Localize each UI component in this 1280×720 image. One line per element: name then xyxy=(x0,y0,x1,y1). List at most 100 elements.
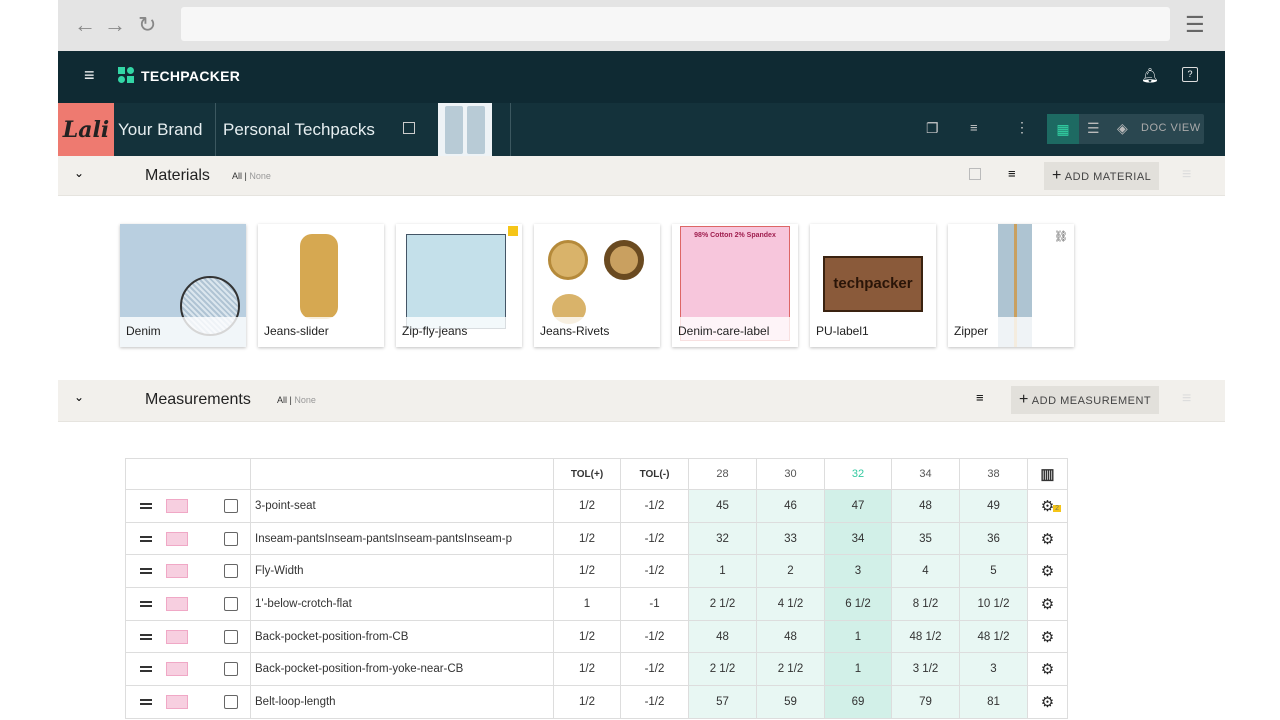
material-card[interactable]: 98% Cotton 2% Spandex Denim-care-label xyxy=(672,224,798,347)
size-value[interactable]: 81 xyxy=(959,685,1028,719)
size-value[interactable]: 8 1/2 xyxy=(891,587,960,621)
collapse-chevron-icon[interactable]: ⌄ xyxy=(74,390,84,404)
comment-count-badge[interactable]: 2 xyxy=(1053,505,1061,512)
measurement-sketch-thumbnail[interactable] xyxy=(166,694,188,709)
row-checkbox[interactable] xyxy=(224,531,238,546)
brand-logo[interactable]: Lali xyxy=(58,103,114,156)
size-value[interactable]: 4 1/2 xyxy=(756,587,825,621)
size-value[interactable]: 59 xyxy=(756,685,825,719)
size-value[interactable]: 34 xyxy=(824,521,892,556)
link-icon[interactable]: ⛓ xyxy=(1054,230,1068,243)
drag-handle-icon[interactable] xyxy=(140,568,152,575)
browser-menu-icon[interactable]: ☰ xyxy=(1185,12,1205,38)
tol-minus[interactable]: -1/2 xyxy=(620,619,689,654)
table-row[interactable]: 1'-below-crotch-flat 1 -1 2 1/2 4 1/2 6 1/2 8 … xyxy=(125,587,1068,621)
sort-icon[interactable]: ≡ xyxy=(976,390,984,405)
open-external-icon[interactable] xyxy=(403,122,415,134)
tol-minus[interactable]: -1/2 xyxy=(620,652,689,687)
add-material-button[interactable]: + ADD MATERIAL xyxy=(1044,162,1160,190)
add-measurement-button[interactable]: + ADD MEASUREMENT xyxy=(1011,386,1160,414)
row-settings[interactable]: ⚙ xyxy=(1027,587,1068,621)
select-none-link[interactable]: None xyxy=(294,395,316,405)
header-size[interactable]: 38 xyxy=(959,458,1028,490)
header-size-selected[interactable]: 32 xyxy=(824,458,892,490)
header-size[interactable]: 30 xyxy=(756,458,825,490)
row-settings[interactable]: ⚙ 2 xyxy=(1027,489,1068,523)
row-settings[interactable]: ⚙ xyxy=(1027,619,1068,654)
size-value[interactable]: 48 xyxy=(756,619,825,654)
size-value[interactable]: 79 xyxy=(891,685,960,719)
row-checkbox[interactable] xyxy=(224,662,238,677)
tol-plus[interactable]: 1 xyxy=(553,587,621,621)
address-bar[interactable] xyxy=(181,7,1170,41)
project-name[interactable]: Personal Techpacks xyxy=(223,120,375,140)
drag-handle-icon[interactable] xyxy=(140,600,152,607)
measurement-name[interactable]: Back-pocket-position-from-yoke-near-CB xyxy=(250,652,554,687)
drag-handle-icon[interactable] xyxy=(140,666,152,673)
select-all-link[interactable]: All xyxy=(277,395,287,405)
size-value[interactable]: 47 xyxy=(824,489,892,523)
settings-gear-icon[interactable]: ⚙ xyxy=(1041,596,1054,613)
brand-name[interactable]: Your Brand xyxy=(118,120,202,140)
row-checkbox[interactable] xyxy=(224,596,238,611)
collapse-chevron-icon[interactable]: ⌄ xyxy=(74,166,84,180)
size-value[interactable]: 2 xyxy=(756,554,825,589)
table-row[interactable]: Fly-Width 1/2 -1/2 1 2 3 4 5 ⚙ xyxy=(125,554,1068,589)
reload-icon[interactable]: ↻ xyxy=(138,12,156,38)
settings-gear-icon[interactable]: ⚙ xyxy=(1041,531,1054,548)
size-value[interactable]: 48 1/2 xyxy=(891,619,960,654)
list-view-icon[interactable]: ☰ xyxy=(1087,120,1100,137)
measurement-sketch-thumbnail[interactable] xyxy=(166,662,188,677)
material-card[interactable]: techpacker PU-label1 xyxy=(810,224,936,347)
size-value[interactable]: 1 xyxy=(688,554,757,589)
forward-icon[interactable]: → xyxy=(104,12,126,38)
columns-icon[interactable]: ▥ xyxy=(1027,458,1068,490)
settings-gear-icon[interactable]: ⚙ xyxy=(1041,661,1054,678)
settings-gear-icon[interactable]: ⚙ xyxy=(1041,629,1054,646)
sort-icon[interactable]: ≡ xyxy=(1008,166,1016,181)
product-thumbnail[interactable] xyxy=(438,103,492,156)
material-card[interactable]: Jeans-slider xyxy=(258,224,384,347)
row-checkbox[interactable] xyxy=(224,629,238,644)
tol-minus[interactable]: -1/2 xyxy=(620,489,689,523)
material-card[interactable]: Jeans-Rivets xyxy=(534,224,660,347)
measurement-name[interactable]: 3-point-seat xyxy=(250,489,554,523)
size-value[interactable]: 6 1/2 xyxy=(824,587,892,621)
measurement-sketch-thumbnail[interactable] xyxy=(166,564,188,579)
settings-gear-icon[interactable]: ⚙ xyxy=(1041,563,1054,580)
settings-gear-icon[interactable]: ⚙ xyxy=(1041,694,1054,711)
size-value[interactable]: 69 xyxy=(824,685,892,719)
material-card[interactable]: Denim xyxy=(120,224,246,347)
copy-icon[interactable]: ❐ xyxy=(926,120,939,137)
filter-icon[interactable]: ≡ xyxy=(970,120,978,135)
drag-handle-icon[interactable] xyxy=(140,535,152,542)
size-value[interactable]: 48 xyxy=(688,619,757,654)
row-checkbox[interactable] xyxy=(224,694,238,709)
row-checkbox[interactable] xyxy=(224,498,238,513)
table-row[interactable]: 3-point-seat 1/2 -1/2 45 46 47 48 49 ⚙ 2 xyxy=(125,489,1068,523)
more-options-icon[interactable]: ⋮ xyxy=(1015,119,1029,136)
doc-view-button[interactable]: DOC VIEW xyxy=(1141,122,1201,134)
size-value[interactable]: 46 xyxy=(756,489,825,523)
size-value[interactable]: 2 1/2 xyxy=(688,652,757,687)
help-chat-icon[interactable]: ? xyxy=(1182,67,1198,82)
tol-plus[interactable]: 1/2 xyxy=(553,652,621,687)
measurement-sketch-thumbnail[interactable] xyxy=(166,629,188,644)
size-value[interactable]: 5 xyxy=(959,554,1028,589)
header-size[interactable]: 28 xyxy=(688,458,757,490)
measurement-name[interactable]: 1'-below-crotch-flat xyxy=(250,587,554,621)
table-row[interactable]: Inseam-pantsInseam-pantsInseam-pantsInse… xyxy=(125,521,1068,556)
drag-handle-icon[interactable] xyxy=(140,698,152,705)
material-card[interactable]: ⛓ Zipper xyxy=(948,224,1074,347)
hamburger-menu-icon[interactable]: ≡ xyxy=(84,65,95,86)
size-value[interactable]: 36 xyxy=(959,521,1028,556)
material-card[interactable]: Zip-fly-jeans xyxy=(396,224,522,347)
tol-plus[interactable]: 1/2 xyxy=(553,619,621,654)
size-value[interactable]: 2 1/2 xyxy=(756,652,825,687)
size-value[interactable]: 48 1/2 xyxy=(959,619,1028,654)
tol-minus[interactable]: -1/2 xyxy=(620,521,689,556)
measurement-name[interactable]: Back-pocket-position-from-CB xyxy=(250,619,554,654)
drag-handle-icon[interactable] xyxy=(140,502,152,509)
tol-minus[interactable]: -1 xyxy=(620,587,689,621)
size-value[interactable]: 49 xyxy=(959,489,1028,523)
